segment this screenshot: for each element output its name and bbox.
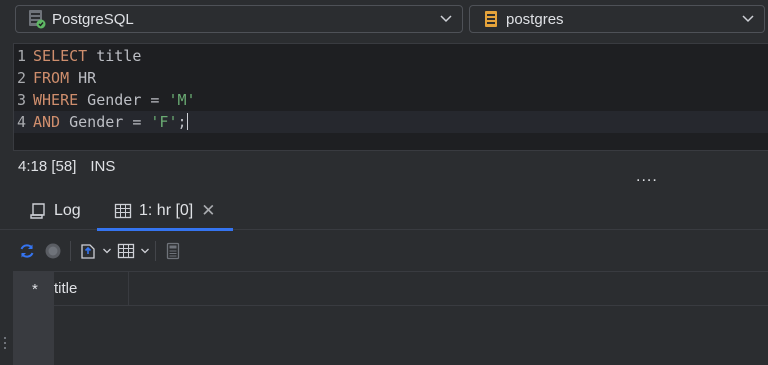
code-text: FROM HR [33, 67, 96, 89]
text-caret [186, 113, 188, 130]
sql-keyword: WHERE [33, 91, 79, 109]
tab-label: 1: hr [0] [139, 202, 194, 219]
toolbar-separator [155, 241, 156, 261]
schema-selector[interactable]: postgres [469, 5, 765, 33]
results-tabs: Log 1: hr [0] ✕ [0, 192, 768, 231]
export-icon[interactable] [75, 238, 101, 264]
editor-line: 1 SELECT title [14, 45, 768, 67]
code-text: WHERE Gender = 'M' [33, 89, 196, 111]
code-text: AND Gender = 'F'; [33, 111, 188, 133]
tab-label: Log [54, 202, 81, 219]
editor-status: 4:18 [58] INS [18, 158, 115, 175]
sql-text: Gender = [60, 113, 151, 131]
chevron-down-icon[interactable] [139, 238, 151, 264]
sql-keyword: AND [33, 113, 61, 131]
database-icon [26, 8, 48, 30]
close-icon[interactable]: ✕ [201, 201, 215, 221]
refresh-icon[interactable] [14, 238, 40, 264]
chevron-down-icon [736, 7, 760, 31]
line-number: 2 [17, 69, 27, 87]
stop-icon[interactable] [40, 238, 66, 264]
more-options-handle[interactable]: .... [636, 169, 658, 185]
chevron-down-icon[interactable] [101, 238, 113, 264]
log-icon [28, 201, 48, 221]
table-icon [113, 201, 133, 221]
result-grid[interactable]: * title [13, 271, 768, 365]
sql-text: Gender = [78, 91, 169, 109]
line-number: 1 [17, 47, 27, 65]
grid-header: * title [13, 272, 768, 306]
sql-string: 'M' [168, 91, 196, 109]
sql-text: title [87, 47, 142, 65]
toolbar-top: PostgreSQL postgres [0, 0, 768, 40]
code-text: SELECT title [33, 45, 141, 67]
line-number: 4 [17, 113, 27, 131]
resize-handle[interactable] [4, 334, 8, 356]
editor-line: 3 WHERE Gender = 'M' [14, 89, 768, 111]
chevron-down-icon [434, 7, 458, 31]
line-number: 3 [17, 91, 27, 109]
editor-line-current: 4 AND Gender = 'F'; [14, 111, 768, 133]
sql-keyword: FROM [33, 69, 70, 87]
tab-log[interactable]: Log [28, 192, 81, 230]
sql-keyword: SELECT [33, 47, 88, 65]
row-header-corner[interactable]: * [32, 281, 38, 298]
datasource-selector[interactable]: PostgreSQL [15, 5, 463, 33]
schema-label: postgres [506, 10, 564, 28]
insert-mode: INS [90, 158, 116, 175]
sql-editor[interactable]: 1 SELECT title 2 FROM HR 3 WHERE Gender … [13, 43, 768, 151]
column-header-title[interactable]: title [54, 272, 129, 306]
calculator-icon[interactable] [160, 238, 186, 264]
grid-view-icon[interactable] [113, 238, 139, 264]
results-toolbar [0, 233, 768, 269]
sql-text: ; [177, 113, 187, 131]
tab-result-hr[interactable]: 1: hr [0] ✕ [97, 192, 233, 231]
editor-line: 2 FROM HR [14, 67, 768, 89]
sql-text: HR [69, 69, 97, 87]
toolbar-separator [70, 241, 71, 261]
sql-string: 'F' [150, 113, 178, 131]
schema-icon [480, 8, 502, 30]
datasource-label: PostgreSQL [52, 10, 134, 28]
caret-position: 4:18 [58] [18, 158, 77, 175]
